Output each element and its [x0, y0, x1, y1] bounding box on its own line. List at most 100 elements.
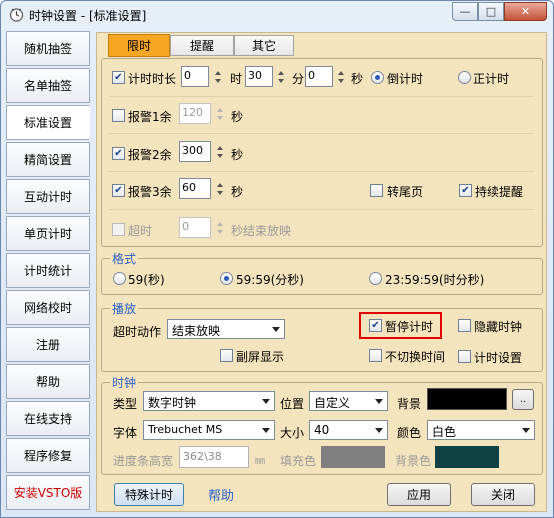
alert2-checkbox[interactable]: ✔ — [112, 147, 125, 160]
countdown-label: 倒计时 — [387, 72, 424, 86]
apply-button[interactable]: 应用 — [387, 483, 451, 506]
duration-checkbox[interactable]: ✔ — [112, 71, 125, 84]
alert3-checkbox[interactable]: ✔ — [112, 184, 125, 197]
alert3-input[interactable]: 60 — [179, 178, 211, 199]
clock-type-select[interactable]: 数字时钟 — [143, 391, 275, 411]
flip-page-label: 转尾页 — [387, 185, 424, 199]
overtime-suffix: 秒结束放映 — [231, 224, 292, 238]
overtime-label: 超时 — [128, 224, 153, 238]
fill-color-swatch[interactable] — [321, 446, 385, 468]
color-select[interactable]: 白色 — [427, 420, 535, 440]
sidebar-item-random-draw[interactable]: 随机抽签 — [6, 31, 90, 66]
close-button[interactable]: 关闭 — [471, 483, 535, 506]
sidebar-item-online-support[interactable]: 在线支持 — [6, 401, 90, 436]
background-color-swatch[interactable] — [427, 388, 507, 410]
special-timer-button[interactable]: 特殊计时 — [114, 483, 184, 506]
tab-time-limit[interactable]: 限时 — [108, 34, 170, 57]
settings-window: 时钟设置 - [标准设置] — □ ✕ 随机抽签 名单抽签 标准设置 精简设置 … — [0, 0, 554, 518]
countdown-radio[interactable] — [371, 71, 384, 84]
hide-clock-label: 隐藏时钟 — [474, 320, 523, 334]
size-select[interactable]: 40 — [309, 420, 388, 440]
timeout-action-select[interactable]: 结束放映 — [167, 319, 285, 339]
hide-clock-checkbox[interactable] — [458, 319, 471, 332]
minimize-button[interactable]: — — [452, 2, 478, 21]
seconds-input[interactable]: 0 — [305, 66, 333, 87]
clock-legend: 时钟 — [110, 374, 139, 391]
overtime-spinner[interactable] — [216, 218, 225, 238]
secondary-screen-label: 副屏显示 — [236, 350, 285, 364]
continuous-reminder-checkbox[interactable]: ✔ — [459, 184, 472, 197]
help-link[interactable]: 帮助 — [208, 485, 234, 504]
sidebar-item-register[interactable]: 注册 — [6, 327, 90, 362]
minutes-input[interactable]: 30 — [245, 66, 273, 87]
sidebar-item-install-vsto[interactable]: 安装VSTO版 — [6, 475, 90, 510]
sidebar-item-interactive-timer[interactable]: 互动计时 — [6, 179, 90, 214]
minutes-spinner[interactable] — [277, 67, 286, 87]
alert3-spinner[interactable] — [216, 179, 225, 199]
row-divider — [109, 133, 534, 134]
close-window-button[interactable]: ✕ — [504, 2, 547, 21]
alert2-input[interactable]: 300 — [179, 141, 211, 162]
overtime-input[interactable]: 0 — [179, 217, 211, 238]
format-minsec-label: 59:59(分秒) — [236, 273, 304, 287]
window-title: 时钟设置 - [标准设置] — [29, 9, 147, 23]
timer-settings-checkbox[interactable] — [458, 350, 471, 363]
browse-button[interactable]: .. — [512, 389, 534, 410]
hours-unit: 时 — [230, 72, 243, 86]
sidebar-item-network-time[interactable]: 网络校时 — [6, 290, 90, 325]
progress-size-input[interactable]: 362\38 — [179, 446, 249, 468]
chevron-down-icon — [375, 399, 383, 404]
format-minsec-radio[interactable] — [220, 272, 233, 285]
hours-spinner[interactable] — [214, 67, 223, 87]
alert3-unit: 秒 — [231, 185, 244, 199]
alert1-checkbox[interactable] — [112, 109, 125, 122]
sidebar-item-timer-stats[interactable]: 计时统计 — [6, 253, 90, 288]
sidebar: 随机抽签 名单抽签 标准设置 精简设置 互动计时 单页计时 计时统计 网络校时 … — [6, 31, 90, 513]
size-label: 大小 — [280, 426, 305, 440]
no-switch-time-label: 不切换时间 — [385, 350, 446, 364]
bg-color-swatch[interactable] — [435, 446, 499, 468]
row-divider — [109, 171, 534, 172]
row-divider — [109, 96, 534, 97]
alert2-spinner[interactable] — [216, 142, 225, 162]
sidebar-item-simple-settings[interactable]: 精简设置 — [6, 142, 90, 177]
flip-page-checkbox[interactable] — [370, 184, 383, 197]
alert1-input[interactable]: 120 — [179, 103, 211, 124]
title-bar: 时钟设置 - [标准设置] — □ ✕ — [1, 1, 553, 29]
sidebar-item-help[interactable]: 帮助 — [6, 364, 90, 399]
progress-unit: ㎜ — [255, 456, 265, 467]
alert1-spinner[interactable] — [216, 104, 225, 124]
maximize-button[interactable]: □ — [478, 2, 504, 21]
chevron-down-icon — [375, 428, 383, 433]
color-label: 颜色 — [397, 426, 422, 440]
pause-timer-label: 暂停计时 — [385, 320, 434, 334]
sidebar-item-list-draw[interactable]: 名单抽签 — [6, 68, 90, 103]
countup-label: 正计时 — [473, 72, 510, 86]
format-hms-radio[interactable] — [369, 272, 382, 285]
fill-color-label: 填充色 — [280, 454, 317, 468]
window-controls: — □ ✕ — [452, 2, 547, 22]
settings-panel: 限时 提醒 其它 ✔ 计时时长 0 时 30 分 0 秒 倒计时 正计时 报警1… — [96, 32, 547, 512]
close-icon: ✕ — [520, 5, 531, 18]
tab-other[interactable]: 其它 — [234, 35, 294, 56]
no-switch-time-checkbox[interactable] — [369, 349, 382, 362]
sidebar-item-page-timer[interactable]: 单页计时 — [6, 216, 90, 251]
pause-timer-checkbox[interactable]: ✔ — [369, 319, 382, 332]
overtime-checkbox[interactable] — [112, 223, 125, 236]
timer-settings-label: 计时设置 — [474, 351, 523, 365]
font-select[interactable]: Trebuchet MS — [143, 420, 275, 440]
position-value: 自定义 — [314, 396, 351, 410]
position-select[interactable]: 自定义 — [309, 391, 388, 411]
sidebar-item-standard-settings[interactable]: 标准设置 — [6, 105, 90, 140]
seconds-spinner[interactable] — [337, 67, 346, 87]
format-hms-label: 23:59:59(时分秒) — [385, 273, 485, 287]
tab-reminder[interactable]: 提醒 — [170, 35, 234, 56]
sidebar-item-repair[interactable]: 程序修复 — [6, 438, 90, 473]
hours-input[interactable]: 0 — [181, 66, 209, 87]
countup-radio[interactable] — [458, 71, 471, 84]
font-value: Trebuchet MS — [148, 423, 223, 436]
format-seconds-radio[interactable] — [113, 272, 126, 285]
secondary-screen-checkbox[interactable] — [220, 349, 233, 362]
background-label: 背景 — [397, 397, 422, 411]
chevron-down-icon — [522, 428, 530, 433]
